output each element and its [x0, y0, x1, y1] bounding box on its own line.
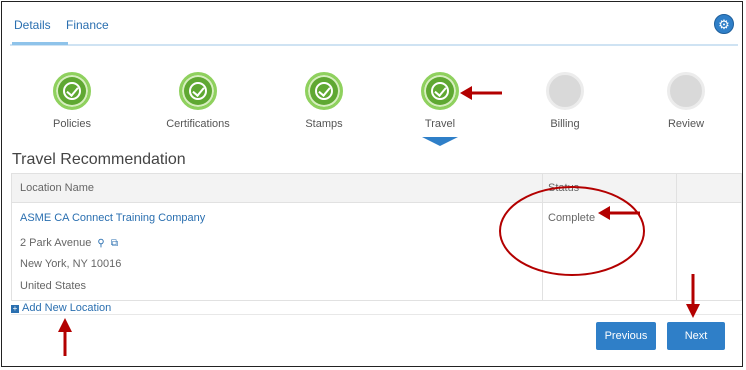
column-header-status: Status — [548, 182, 580, 194]
locations-table: Location Name Status ASME CA Connect Tra… — [11, 173, 742, 301]
check-circle-icon — [305, 72, 343, 110]
step-billing[interactable]: Billing — [505, 72, 625, 130]
step-stamps[interactable]: Stamps — [264, 72, 384, 130]
red-arrow-icon — [58, 318, 72, 356]
table-header: Location Name Status — [12, 174, 741, 203]
step-review[interactable]: Review — [626, 72, 746, 130]
active-tab-indicator — [12, 42, 68, 45]
address-city: New York, NY 10016 — [20, 258, 122, 270]
gear-icon[interactable]: ⚙ — [714, 14, 734, 34]
previous-button[interactable]: Previous — [596, 322, 656, 350]
map-pin-icon[interactable]: ⚲ — [97, 238, 104, 249]
tab-finance[interactable]: Finance — [66, 18, 109, 32]
step-label: Policies — [53, 118, 91, 130]
column-divider — [676, 174, 677, 300]
step-label: Review — [667, 118, 705, 130]
step-label: Stamps — [305, 118, 343, 130]
location-name-link[interactable]: ASME CA Connect Training Company — [20, 212, 205, 224]
tab-details[interactable]: Details — [14, 18, 51, 32]
address-street: 2 Park Avenue — [20, 237, 92, 249]
section-title: Travel Recommendation — [12, 151, 186, 168]
add-location-label: Add New Location — [22, 302, 112, 314]
copy-icon[interactable]: ⧉ — [111, 238, 118, 249]
add-location-link[interactable]: + Add New Location — [11, 302, 111, 314]
step-label: Travel — [424, 118, 456, 130]
divider — [11, 314, 742, 315]
column-header-location: Location Name — [20, 182, 94, 194]
step-label: Billing — [550, 118, 580, 130]
current-step-pointer-icon — [422, 137, 458, 146]
empty-circle-icon — [667, 72, 705, 110]
step-certifications[interactable]: Certifications — [138, 72, 258, 130]
empty-circle-icon — [546, 72, 584, 110]
address-line: 2 Park Avenue ⚲ ⧉ — [20, 237, 118, 249]
check-circle-icon — [421, 72, 459, 110]
status-value: Complete — [548, 212, 596, 224]
step-label: Certifications — [166, 118, 230, 130]
check-circle-icon — [179, 72, 217, 110]
check-circle-icon — [53, 72, 91, 110]
tab-bar: Details Finance ⚙ — [10, 8, 738, 46]
plus-icon: + — [11, 304, 19, 313]
app-frame: Details Finance ⚙ Policies Certification… — [1, 1, 743, 367]
address-country: United States — [20, 280, 87, 292]
column-divider — [542, 174, 543, 300]
next-button[interactable]: Next — [667, 322, 725, 350]
step-policies[interactable]: Policies — [12, 72, 132, 130]
step-travel[interactable]: Travel — [380, 72, 500, 130]
